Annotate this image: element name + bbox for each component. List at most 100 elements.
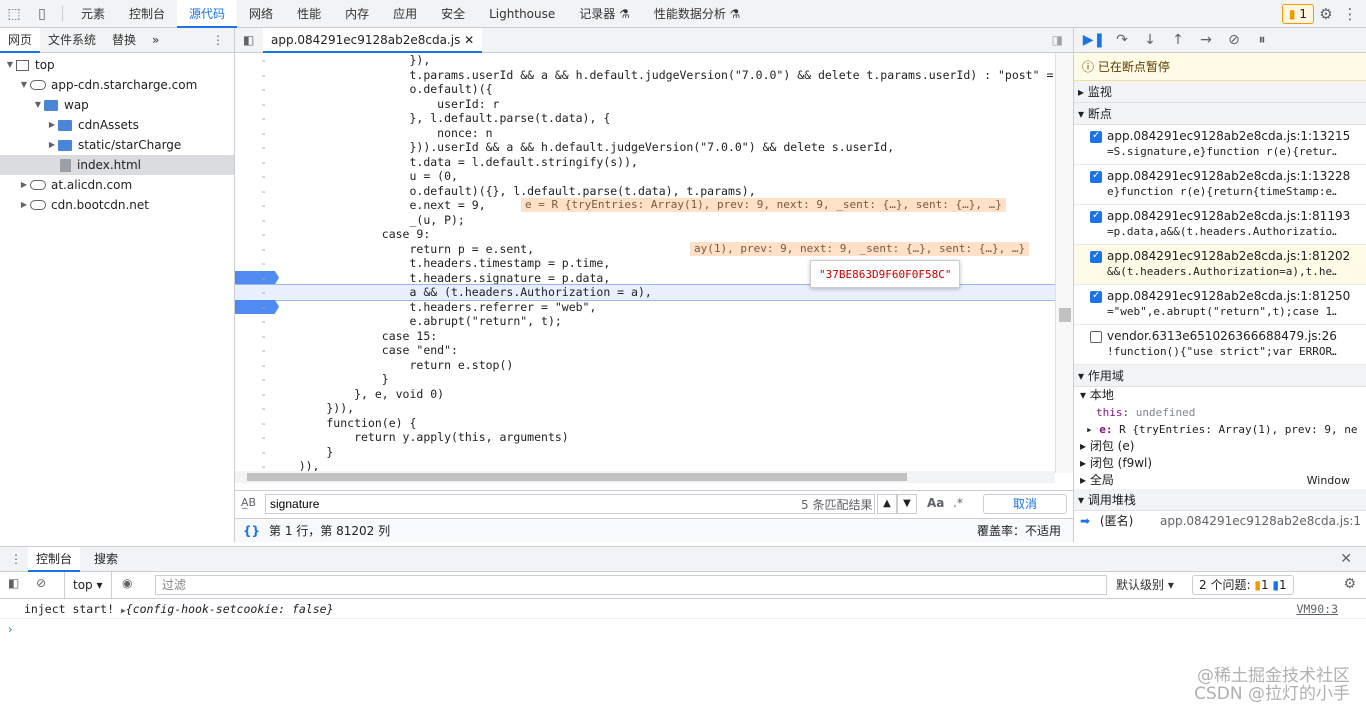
line-gutter[interactable]: -	[235, 271, 271, 286]
pause-on-exceptions-icon[interactable]: ⏸	[1248, 32, 1276, 48]
console-filter-input[interactable]: 过滤	[155, 575, 1107, 595]
tree-item[interactable]: ▼ app-cdn.starcharge.com	[0, 75, 234, 95]
line-gutter[interactable]: -	[235, 314, 271, 329]
line-gutter[interactable]: -	[235, 387, 271, 402]
code-line[interactable]: - u = (0,	[235, 169, 1055, 184]
line-gutter[interactable]: -	[235, 227, 271, 242]
step-out-icon[interactable]: ↑	[1164, 32, 1192, 48]
toggle-navigator-icon[interactable]: ◧	[243, 33, 254, 47]
step-over-icon[interactable]: ↷	[1108, 32, 1136, 48]
breakpoint-item[interactable]: app.084291ec9128ab2e8cda.js:1:13215 =S.si…	[1074, 125, 1366, 165]
breakpoint-item[interactable]: app.084291ec9128ab2e8cda.js:1:81202 &&(t.…	[1074, 245, 1366, 285]
code-line[interactable]: - o.default)({	[235, 82, 1055, 97]
device-toggle-icon[interactable]: ▯	[28, 0, 56, 28]
tree-item[interactable]: ▼ wap	[0, 95, 234, 115]
code-line[interactable]: - case 9:	[235, 227, 1055, 242]
line-gutter[interactable]: -	[235, 126, 271, 141]
console-prompt[interactable]: ›	[0, 619, 1366, 639]
close-drawer-icon[interactable]: ✕	[1340, 551, 1352, 567]
breakpoints-section[interactable]: ▾ 断点	[1074, 103, 1366, 125]
live-expression-eye-icon[interactable]: ◉	[122, 576, 132, 590]
line-gutter[interactable]: -	[235, 68, 271, 83]
panel-tab-7[interactable]: 安全	[429, 0, 477, 28]
tree-item[interactable]: ▶ cdn.bootcdn.net	[0, 195, 234, 215]
match-case-button[interactable]: Aa	[927, 496, 944, 510]
breakpoint-item[interactable]: vendor.6313e651026366688479.js:26 !functi…	[1074, 325, 1366, 365]
more-options-icon[interactable]: ⋮	[1340, 4, 1360, 24]
previous-match-icon[interactable]: ▲	[877, 494, 897, 514]
scope-global[interactable]: ▸ 全局 Window	[1074, 472, 1366, 489]
line-gutter[interactable]: -	[235, 111, 271, 126]
breakpoint-checkbox[interactable]	[1090, 170, 1102, 183]
nav-menu-icon[interactable]: ⋮	[212, 33, 234, 47]
code-line[interactable]: - })).userId && a && h.default.judgeVers…	[235, 140, 1055, 155]
deactivate-breakpoints-icon[interactable]: ⊘	[1220, 32, 1248, 48]
tree-item[interactable]: ▶ static/starCharge	[0, 135, 234, 155]
line-gutter[interactable]: -	[235, 155, 271, 170]
toggle-debugger-icon[interactable]: ◨	[1052, 33, 1063, 47]
breakpoint-checkbox[interactable]	[1090, 290, 1102, 303]
line-gutter[interactable]: -	[235, 343, 271, 358]
nav-tab-filesystem[interactable]: 文件系统	[40, 28, 104, 53]
breakpoint-item[interactable]: app.084291ec9128ab2e8cda.js:1:81250 ="web…	[1074, 285, 1366, 325]
panel-tab-0[interactable]: 元素	[69, 0, 117, 28]
scope-e[interactable]: ▸ e: R {tryEntries: Array(1), prev: 9, n…	[1074, 421, 1366, 438]
drawer-menu-icon[interactable]: ⋮	[10, 552, 22, 566]
callstack-frame[interactable]: ➡ (匿名) app.084291ec9128ab2e8cda.js:1	[1074, 511, 1366, 531]
settings-gear-icon[interactable]: ⚙	[1316, 4, 1336, 24]
code-line[interactable]: - function(e) {	[235, 416, 1055, 431]
panel-tab-9[interactable]: 记录器 ⚗	[567, 0, 642, 28]
code-line[interactable]: - return y.apply(this, arguments)	[235, 430, 1055, 445]
panel-tab-5[interactable]: 内存	[333, 0, 381, 28]
tree-item[interactable]: ▼ top	[0, 55, 234, 75]
line-gutter[interactable]: -	[235, 242, 271, 257]
line-gutter[interactable]: -	[235, 97, 271, 112]
line-gutter[interactable]: -	[235, 53, 271, 68]
nav-tab-overrides[interactable]: 替换	[104, 28, 144, 53]
code-line[interactable]: - }	[235, 372, 1055, 387]
line-gutter[interactable]: -	[235, 401, 271, 416]
code-line[interactable]: - o.default)({}, l.default.parse(t.data)…	[235, 184, 1055, 199]
scope-section[interactable]: ▾ 作用域	[1074, 365, 1366, 387]
scope-closure-f9wl[interactable]: ▸ 闭包 (f9wl)	[1074, 455, 1366, 472]
line-gutter[interactable]: -	[235, 300, 271, 315]
close-tab-icon[interactable]: ✕	[464, 33, 474, 47]
horizontal-scrollbar[interactable]	[235, 471, 1055, 483]
callstack-section[interactable]: ▾ 调用堆栈	[1074, 489, 1366, 511]
console-settings-gear-icon[interactable]: ⚙	[1343, 576, 1356, 592]
code-line[interactable]: - }),	[235, 53, 1055, 68]
panel-tab-2[interactable]: 源代码	[177, 0, 238, 28]
breakpoint-checkbox[interactable]	[1090, 250, 1102, 263]
code-line[interactable]: - }, l.default.parse(t.data), {	[235, 111, 1055, 126]
code-line[interactable]: - t.data = l.default.stringify(s)),	[235, 155, 1055, 170]
issues-counter[interactable]: 2 个问题: ▮1 ▮1	[1192, 575, 1294, 595]
issues-badge[interactable]: ▮ 1	[1281, 4, 1314, 24]
regex-button[interactable]: .*	[953, 496, 963, 510]
line-gutter[interactable]: -	[235, 430, 271, 445]
code-line[interactable]: - t.headers.referrer = "web",	[235, 300, 1055, 315]
breakpoint-checkbox[interactable]	[1090, 210, 1102, 223]
panel-tab-6[interactable]: 应用	[381, 0, 429, 28]
panel-tab-10[interactable]: 性能数据分析 ⚗	[642, 0, 753, 28]
log-source-link[interactable]: VM90:3	[1296, 599, 1338, 619]
scroll-thumb[interactable]	[247, 473, 907, 481]
nav-more-icon[interactable]: »	[144, 28, 167, 53]
scroll-thumb[interactable]	[1059, 308, 1071, 322]
code-line[interactable]: - e.abrupt("return", t);	[235, 314, 1055, 329]
pretty-print-icon[interactable]: {}	[243, 519, 260, 543]
code-line[interactable]: - nonce: n	[235, 126, 1055, 141]
drawer-tab-console[interactable]: 控制台	[28, 547, 81, 572]
line-gutter[interactable]: -	[235, 198, 271, 213]
next-match-icon[interactable]: ▼	[897, 494, 917, 514]
line-gutter[interactable]: -	[235, 285, 271, 300]
line-gutter[interactable]: -	[235, 416, 271, 431]
panel-tab-4[interactable]: 性能	[285, 0, 333, 28]
breakpoint-checkbox[interactable]	[1090, 331, 1102, 343]
log-object[interactable]: {config-hook-setcookie: false}	[126, 602, 334, 616]
watch-section[interactable]: ▸ 监视	[1074, 81, 1366, 103]
context-select[interactable]: top ▾	[64, 572, 112, 599]
line-gutter[interactable]: -	[235, 358, 271, 373]
step-icon[interactable]: →	[1192, 32, 1220, 48]
cancel-search-button[interactable]: 取消	[983, 494, 1067, 514]
line-gutter[interactable]: -	[235, 256, 271, 271]
